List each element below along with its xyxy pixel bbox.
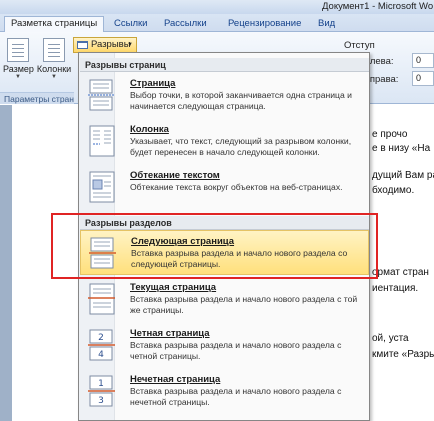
doc-text: е в низу «На: [372, 143, 431, 154]
chevron-down-icon: ▼: [127, 42, 133, 48]
menu-item-title: Колонка: [130, 124, 169, 135]
doc-text: кмите «Разры: [372, 349, 434, 360]
even-page-icon: 2 4: [88, 329, 115, 361]
chevron-down-icon: ▼: [51, 74, 57, 80]
odd-page-icon: 1 3: [88, 375, 115, 407]
svg-text:1: 1: [98, 379, 104, 389]
menu-item-title: Текущая страница: [130, 282, 217, 293]
columns-label: Колонки: [36, 64, 72, 74]
menu-item-odd-page[interactable]: 1 3 Нечетная страница Вставка разрыва ра…: [80, 369, 369, 414]
right-indent-input[interactable]: 0: [412, 71, 434, 86]
svg-text:2: 2: [98, 333, 104, 343]
breaks-button[interactable]: Разрывы ▼: [73, 37, 137, 53]
indent-title: Отступ: [344, 40, 375, 51]
doc-text: иентация.: [372, 283, 419, 294]
size-label: Размер: [3, 64, 34, 74]
menu-item-title: Обтекание текстом: [130, 170, 220, 181]
menu-item-desc: Вставка разрыва раздела и начало нового …: [130, 340, 342, 361]
doc-text: ой, уста: [372, 333, 409, 344]
menu-item-desc: Вставка разрыва раздела и начало нового …: [130, 386, 342, 407]
menu-item-desc: Вставка разрыва раздела и начало нового …: [130, 294, 358, 315]
page-break-icon: [88, 79, 115, 111]
tab-view[interactable]: Вид: [318, 17, 335, 32]
columns-icon: [43, 38, 65, 62]
title-bar: Документ1 - Microsoft Wo: [0, 0, 434, 14]
doc-text: бходимо.: [372, 185, 415, 196]
ribbon-tab-bar: Разметка страницы Ссылки Рассылки Реценз…: [0, 14, 434, 33]
breaks-label: Разрывы: [91, 39, 131, 50]
text-wrapping-icon: [89, 171, 115, 203]
breaks-icon: [77, 41, 88, 49]
continuous-icon: [88, 283, 115, 315]
menu-item-desc: Обтекание текста вокруг объектов на веб-…: [130, 182, 343, 192]
column-break-icon: [89, 125, 115, 157]
svg-text:4: 4: [98, 350, 104, 360]
menu-item-desc: Указывает, что текст, следующий за разры…: [130, 136, 352, 157]
tab-references[interactable]: Ссылки: [114, 17, 147, 32]
menu-item-title: Страница: [130, 78, 176, 89]
columns-button[interactable]: Колонки ▼: [35, 38, 73, 80]
tab-mailings[interactable]: Рассылки: [164, 17, 207, 32]
tab-review[interactable]: Рецензирование: [228, 17, 301, 32]
menu-item-title: Нечетная страница: [130, 374, 221, 385]
svg-text:3: 3: [98, 396, 104, 406]
menu-item-even-page[interactable]: 2 4 Четная страница Вставка разрыва разд…: [80, 323, 369, 368]
doc-text: ормат стран: [372, 267, 429, 278]
menu-item-text-wrapping[interactable]: Обтекание текстом Обтекание текста вокру…: [80, 165, 369, 210]
chevron-down-icon: ▼: [15, 74, 21, 80]
size-button[interactable]: Размер ▼: [3, 38, 34, 80]
menu-item-continuous[interactable]: Текущая страница Вставка разрыва раздела…: [80, 277, 369, 322]
menu-item-column-break[interactable]: Колонка Указывает, что текст, следующий …: [80, 119, 369, 164]
tab-page-layout[interactable]: Разметка страницы: [4, 16, 105, 33]
menu-item-title: Четная страница: [130, 328, 210, 339]
doc-text: е прочо: [372, 129, 408, 140]
doc-text: дущий Вам разм: [372, 170, 434, 181]
menu-item-desc: Выбор точки, в которой заканчивается одн…: [130, 90, 352, 111]
page-size-icon: [7, 38, 29, 62]
window-title: Документ1 - Microsoft Wo: [322, 1, 434, 12]
left-indent-input[interactable]: 0: [412, 53, 434, 68]
page-setup-group-label: Параметры стран: [0, 92, 74, 104]
page-breaks-header: Разрывы страниц: [80, 58, 369, 72]
highlight-box: [51, 213, 378, 279]
menu-item-page-break[interactable]: Страница Выбор точки, в которой заканчив…: [80, 73, 369, 118]
